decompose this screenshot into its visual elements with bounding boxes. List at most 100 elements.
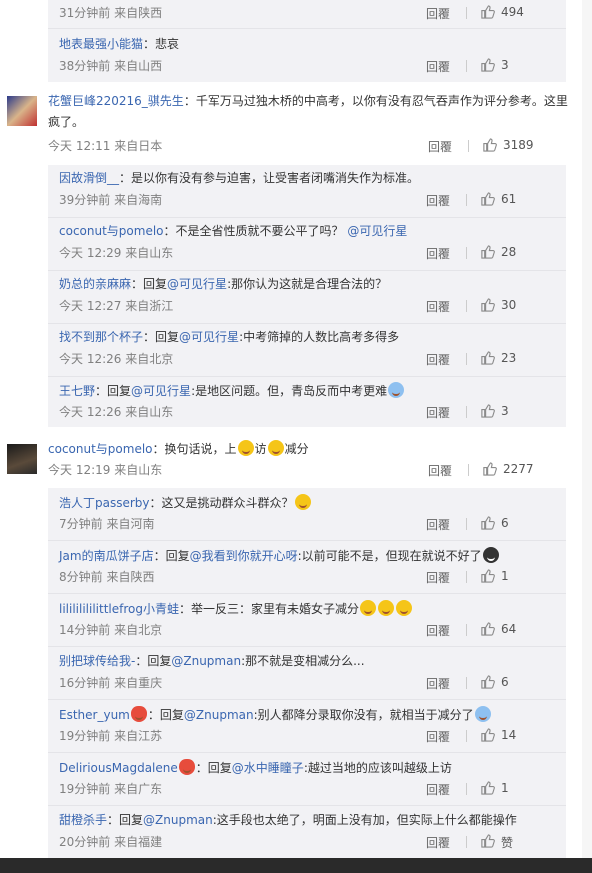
reply-button[interactable]: 回覆 (426, 569, 450, 586)
reply-button[interactable]: 回覆 (426, 245, 450, 262)
reply-button[interactable]: 回覆 (426, 5, 450, 22)
comment-username[interactable]: 花蟹巨峰220216_骐先生 (48, 94, 184, 108)
reply-button[interactable]: 回覆 (426, 58, 450, 75)
reply-row: 别把球传给我-：回复@Znupman:那不就是变相减分么... 16分钟前 来自… (48, 647, 566, 700)
thumbs-up-icon[interactable] (480, 57, 495, 72)
comment-content: 千军万马过独木桥的中高考，以你有没有忍气吞声作为评分参考。这里 (195, 94, 568, 108)
reply-username[interactable]: 奶总的亲麻麻 (59, 277, 131, 291)
reply-username[interactable]: 甜橙杀手 (59, 813, 107, 827)
reply-prefix: 回复 (155, 330, 180, 344)
reply-username[interactable]: 因故滑倒__ (59, 171, 119, 185)
reply-username[interactable]: lilililililittlefrog小青蛙 (59, 602, 179, 616)
reply-username[interactable]: 王七野 (59, 384, 95, 398)
reply-content: 不是全省性质就不要公平了吗？ (175, 224, 344, 238)
reply-button[interactable]: 回覆 (426, 781, 450, 798)
comment-content-c: 减分 (284, 442, 309, 456)
reply-content: 悲哀 (155, 37, 180, 51)
reply-row: coconut与pomelo：不是全省性质就不要公平了吗？ @可见行星 今天 1… (48, 218, 566, 271)
reply-button[interactable]: 回覆 (426, 516, 450, 533)
avatar[interactable] (7, 96, 37, 126)
reply-username[interactable]: Esther_yum (59, 708, 130, 722)
avatar[interactable] (7, 444, 37, 474)
mention-link[interactable]: @Znupman (184, 708, 254, 722)
divider (466, 300, 467, 312)
reply-username[interactable]: Jam的南瓜饼子店 (59, 549, 154, 563)
divider (466, 571, 467, 583)
reply-button[interactable]: 回覆 (426, 351, 450, 368)
reply-username[interactable]: 地表最强小能猫 (59, 37, 143, 51)
thumbs-up-icon[interactable] (480, 4, 495, 19)
thumbs-up-icon[interactable] (480, 727, 495, 742)
comment-meta: 今天 12:11 来自日本 (48, 139, 163, 153)
reply-row: 王七野：回复@可见行星:是地区问题。但，青岛反而中考更难 今天 12:26 来自… (48, 377, 566, 427)
mention-link[interactable]: @Znupman (143, 813, 213, 827)
thumbs-up-icon[interactable] (482, 137, 497, 152)
like-count: 23 (501, 351, 517, 365)
reply-actions: 回覆 6 (406, 673, 566, 693)
divider (466, 624, 467, 636)
reply-button[interactable]: 回覆 (426, 404, 450, 421)
thumbs-up-icon[interactable] (480, 780, 495, 795)
like-count: 30 (501, 298, 517, 312)
mention-link[interactable]: @可见行星 (167, 277, 227, 291)
reply-text: 浩人丁passerby：这又是挑动群众斗群众？ (59, 494, 312, 511)
reply-meta: 今天 12:29 来自山东 (59, 246, 174, 260)
reply-actions: 回覆 6 (406, 514, 566, 534)
like-count: 1 (501, 781, 509, 795)
bottom-bar (0, 858, 592, 873)
thumbs-up-icon[interactable] (480, 621, 495, 636)
reply-button[interactable]: 回覆 (428, 138, 452, 155)
reply-prefix: 回复 (147, 654, 172, 668)
thumbs-up-icon[interactable] (480, 403, 495, 418)
comment: coconut与pomelo：换句话说，上访减分 今天 12:19 来自山东 回… (0, 432, 582, 487)
reply-row: Esther_yum ：回复@Znupman:别人都降分录取你没有，就相当于减分了… (48, 700, 566, 753)
thumbs-up-icon[interactable] (480, 244, 495, 259)
reply-username[interactable]: 别把球传给我- (59, 654, 135, 668)
reply-button[interactable]: 回覆 (426, 192, 450, 209)
reply-text: 王七野：回复@可见行星:是地区问题。但，青岛反而中考更难 (59, 382, 405, 399)
thumbs-up-icon[interactable] (482, 461, 497, 476)
reply-row: 浩人丁passerby：这又是挑动群众斗群众？ 7分钟前 来自河南 回覆 6 (48, 488, 566, 541)
heart-badge-icon (178, 759, 195, 775)
thumbs-up-icon[interactable] (480, 297, 495, 312)
reply-group-top: 31分钟前 来自陕西 回覆 494 地表最强小能猫：悲哀 38分钟前 来自山西 … (48, 0, 566, 82)
reply-meta: 7分钟前 来自河南 (59, 517, 155, 531)
comment: 花蟹巨峰220216_骐先生：千军万马过独木桥的中高考，以你有没有忍气吞声作为评… (0, 82, 582, 162)
reply-button[interactable]: 回覆 (426, 834, 450, 851)
mention-link[interactable]: @水中睡瞳子 (232, 761, 304, 775)
mention-link[interactable]: @Znupman (171, 654, 241, 668)
reply-text: Esther_yum ：回复@Znupman:别人都降分录取你没有，就相当于减分了 (59, 706, 492, 723)
reply-content: 这又是挑动群众斗群众？ (161, 496, 294, 510)
reply-button[interactable]: 回覆 (426, 675, 450, 692)
reply-username[interactable]: DeliriousMagdalene (59, 761, 178, 775)
reply-button[interactable]: 回覆 (426, 298, 450, 315)
reply-username[interactable]: 浩人丁passerby (59, 496, 150, 510)
thumbs-up-icon[interactable] (480, 568, 495, 583)
thumbs-up-icon[interactable] (480, 674, 495, 689)
like-count: 3189 (503, 138, 534, 152)
mention-link[interactable]: @可见行星 (347, 224, 407, 238)
comment-content-cont: 疯了。 (48, 115, 85, 129)
reply-username[interactable]: coconut与pomelo (59, 224, 164, 238)
reply-meta: 19分钟前 来自江苏 (59, 729, 163, 743)
mention-link[interactable]: @可见行星 (179, 330, 239, 344)
thumbs-up-icon[interactable] (480, 350, 495, 365)
reply-username[interactable]: 找不到那个杯子 (59, 330, 143, 344)
scroll-gutter (582, 0, 592, 858)
reply-button[interactable]: 回覆 (428, 462, 452, 479)
thinking-emoji-icon (378, 600, 395, 616)
mention-link[interactable]: @可见行星 (131, 384, 191, 398)
reply-actions: 回覆 3 (406, 402, 566, 422)
reply-button[interactable]: 回覆 (426, 728, 450, 745)
reply-content: :越过当地的应该叫越级上访 (303, 761, 452, 775)
reply-prefix: 回复 (159, 708, 184, 722)
reply-meta: 14分钟前 来自北京 (59, 623, 163, 637)
comment-username[interactable]: coconut与pomelo (48, 442, 153, 456)
thumbs-up-icon[interactable] (480, 515, 495, 530)
thumbs-up-icon[interactable] (480, 191, 495, 206)
reply-button[interactable]: 回覆 (426, 622, 450, 639)
mention-link[interactable]: @我看到你就开心呀 (190, 549, 298, 563)
hug-emoji-icon (474, 706, 491, 722)
divider (466, 247, 467, 259)
thumbs-up-icon[interactable] (480, 833, 495, 848)
